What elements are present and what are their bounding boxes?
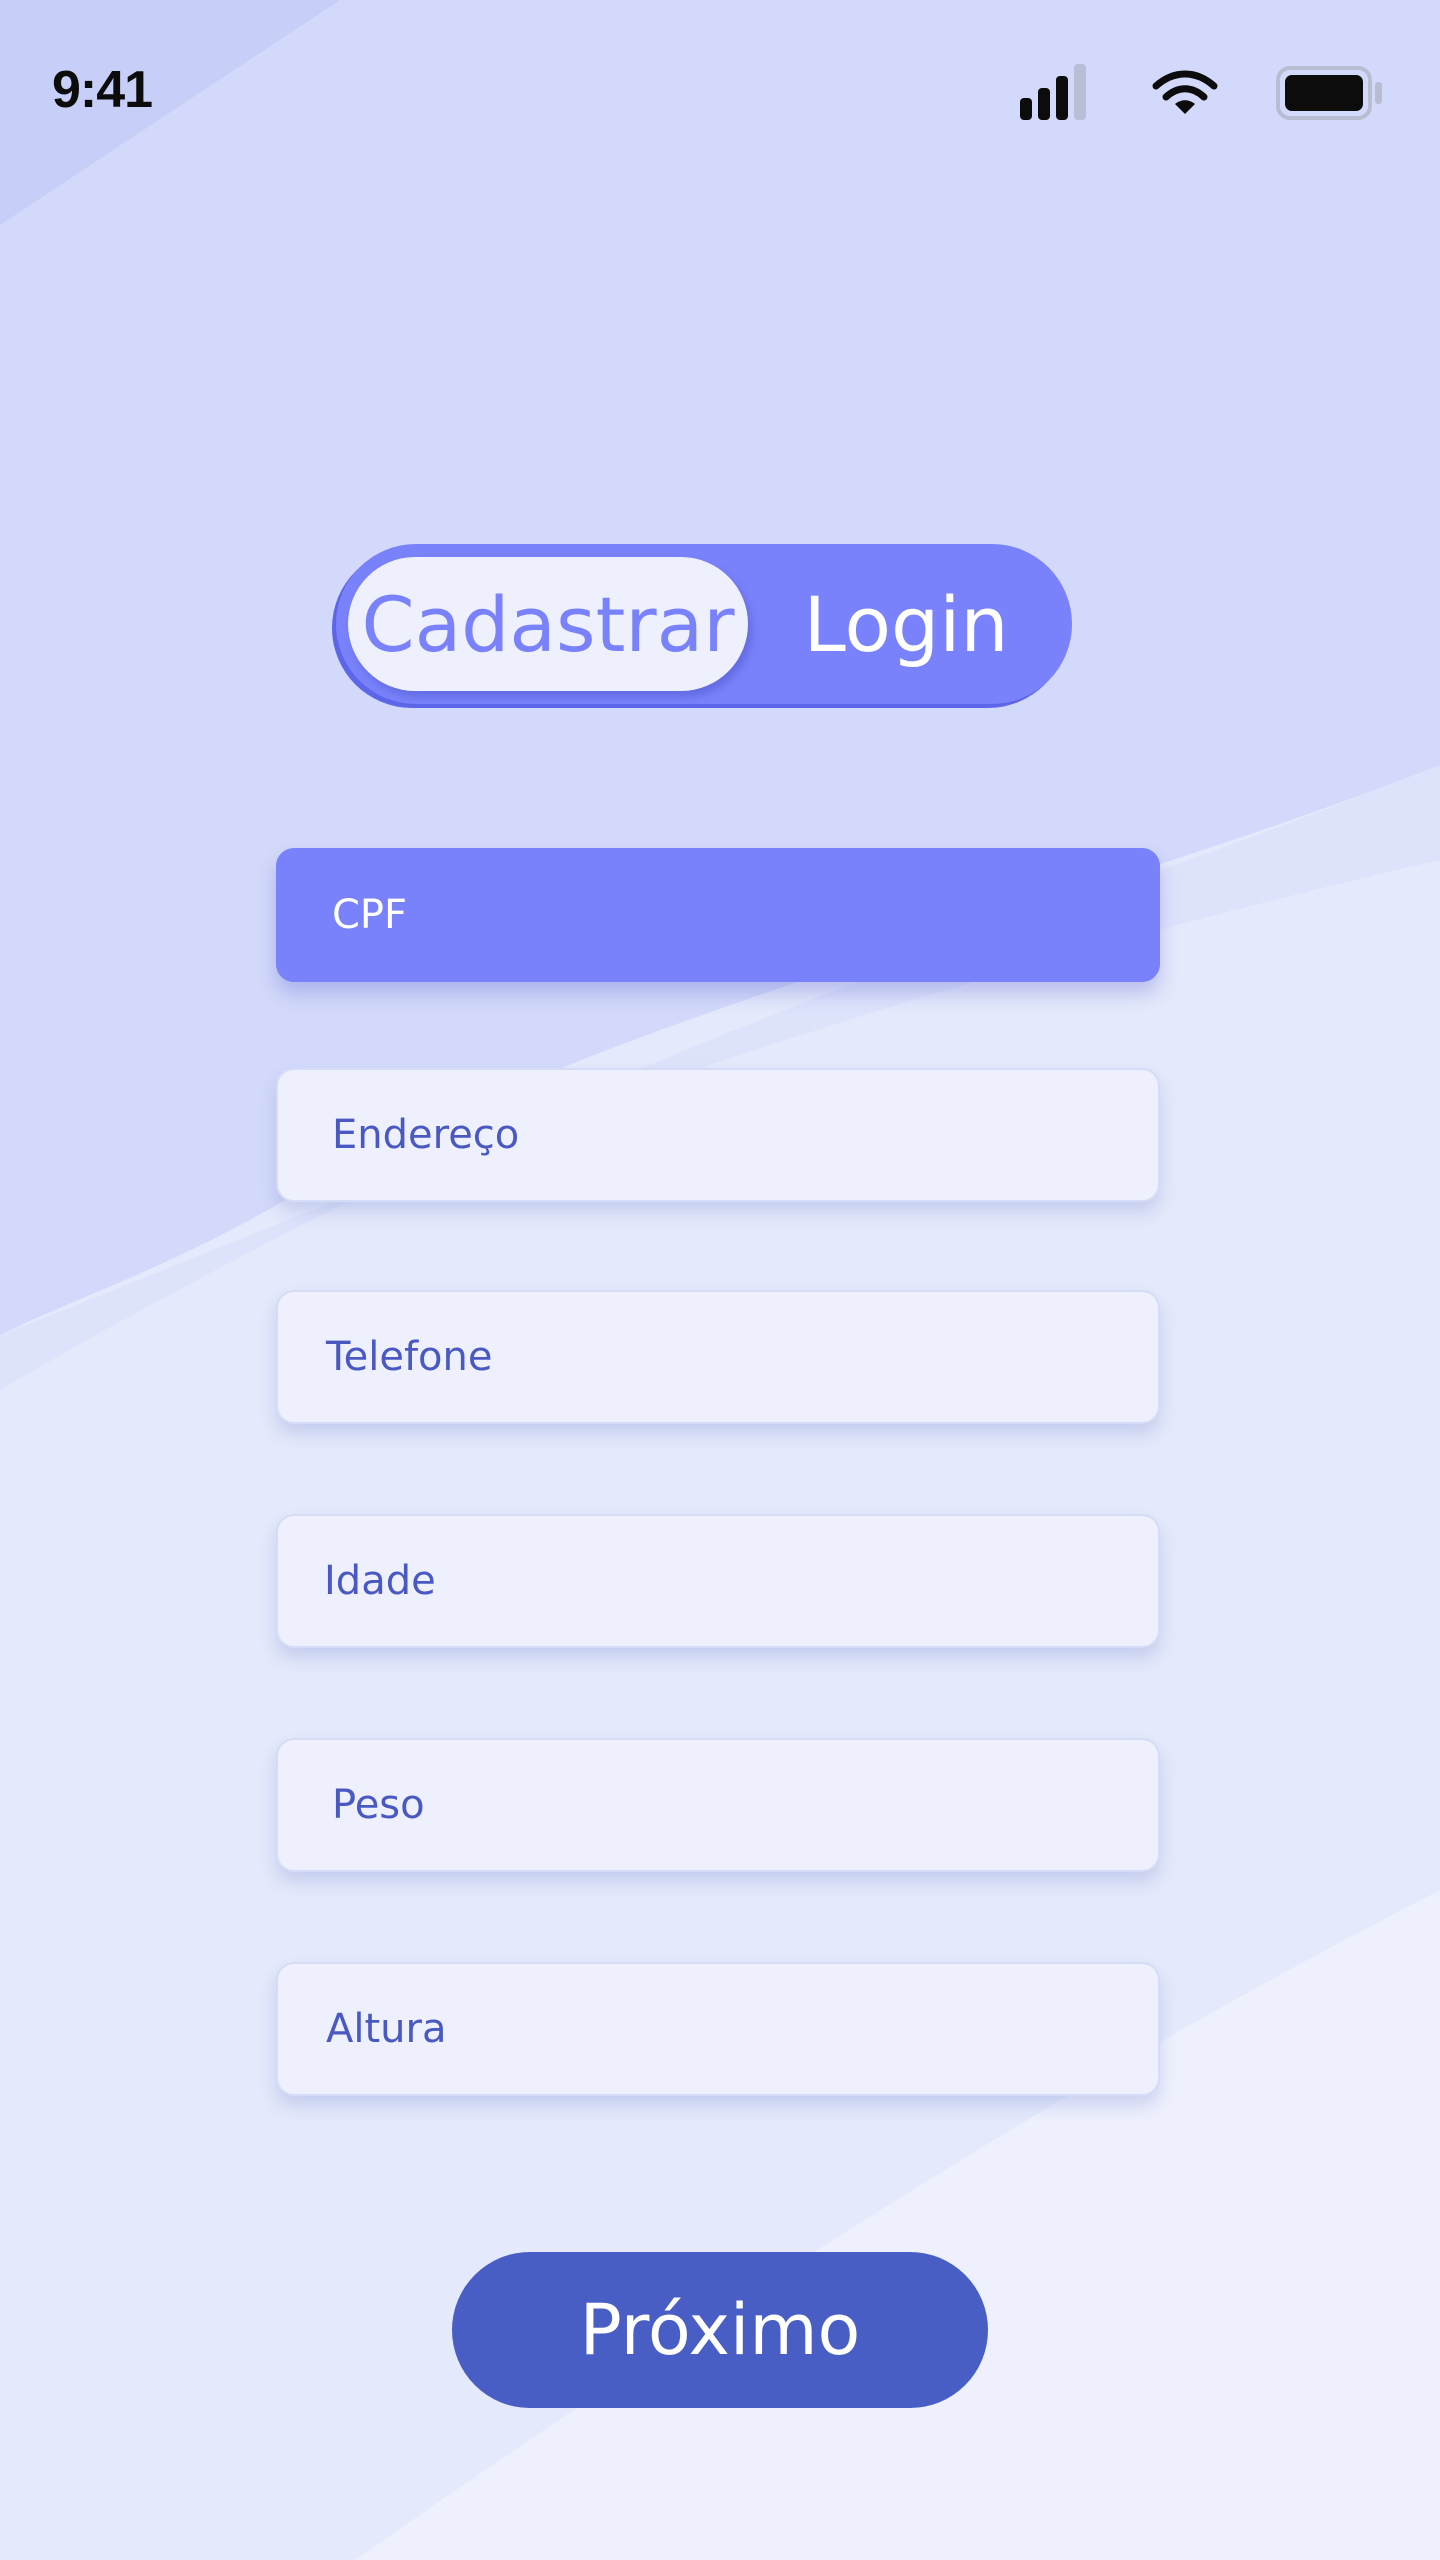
idade-field-label: Idade <box>324 1558 436 1604</box>
cellular-signal-icon <box>1020 64 1086 120</box>
tab-login[interactable]: Login <box>776 544 1036 704</box>
telefone-field-label: Telefone <box>326 1334 493 1380</box>
endereco-field-label: Endereço <box>332 1112 520 1158</box>
cpf-field-label: CPF <box>332 892 408 938</box>
wifi-icon <box>1152 70 1218 114</box>
altura-field[interactable]: Altura <box>276 1962 1160 2096</box>
next-button[interactable]: Próximo <box>452 2252 988 2408</box>
cpf-field[interactable]: CPF <box>276 848 1160 982</box>
peso-field[interactable]: Peso <box>276 1738 1160 1872</box>
endereco-field[interactable]: Endereço <box>276 1068 1160 1202</box>
tab-cadastrar[interactable]: Cadastrar <box>348 557 748 691</box>
status-bar: 9:41 <box>0 0 1440 190</box>
idade-field[interactable]: Idade <box>276 1514 1160 1648</box>
auth-mode-toggle: Cadastrar Login <box>336 544 1072 704</box>
battery-icon <box>1276 66 1382 120</box>
background-waves <box>0 0 1440 2560</box>
telefone-field[interactable]: Telefone <box>276 1290 1160 1424</box>
status-time: 9:41 <box>52 61 153 119</box>
peso-field-label: Peso <box>332 1782 425 1828</box>
altura-field-label: Altura <box>326 2006 447 2052</box>
